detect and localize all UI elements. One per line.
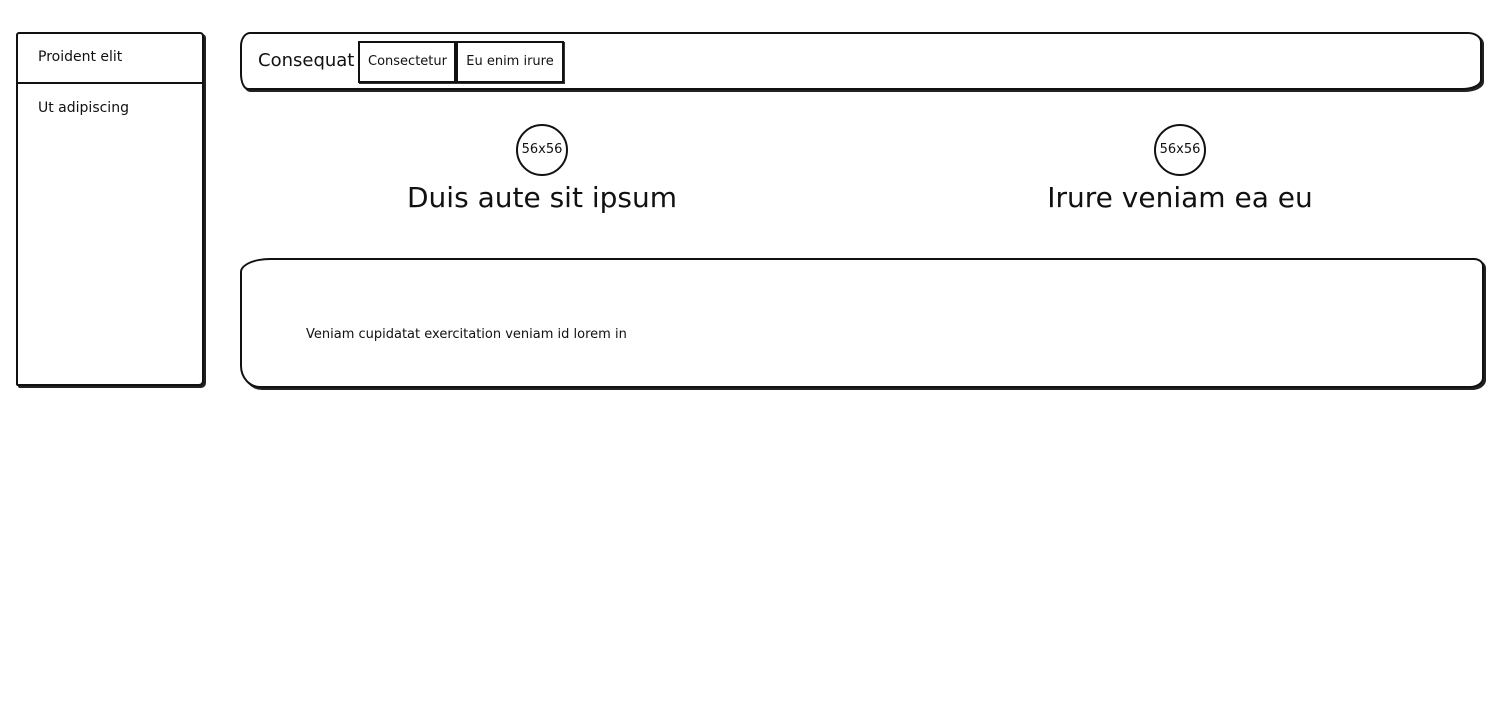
profile-name: Duis aute sit ipsum [407, 181, 677, 214]
sidebar: Proident elit Ut adipiscing [16, 32, 204, 386]
sidebar-item-ut-adipiscing[interactable]: Ut adipiscing [18, 84, 202, 134]
header-bar: Consequat Consectetur Eu enim irure [240, 32, 1482, 90]
consectetur-button[interactable]: Consectetur [358, 41, 456, 83]
eu-enim-irure-button[interactable]: Eu enim irure [456, 41, 564, 83]
profile-card-2: 56x56 Irure veniam ea eu [1030, 124, 1330, 216]
page: Proident elit Ut adipiscing Consequat Co… [0, 0, 1500, 720]
content-card: Veniam cupidatat exercitation veniam id … [240, 258, 1484, 388]
profile-name: Irure veniam ea eu [1047, 181, 1313, 214]
avatar: 56x56 [1154, 124, 1206, 176]
header-title: Consequat [258, 50, 355, 71]
sidebar-item-proident-elit[interactable]: Proident elit [18, 34, 202, 84]
profile-card-1: 56x56 Duis aute sit ipsum [392, 124, 692, 216]
avatar: 56x56 [516, 124, 568, 176]
content-text: Veniam cupidatat exercitation veniam id … [306, 327, 627, 342]
sidebar-item-label: Ut adipiscing [38, 100, 129, 116]
sidebar-item-label: Proident elit [38, 49, 123, 65]
